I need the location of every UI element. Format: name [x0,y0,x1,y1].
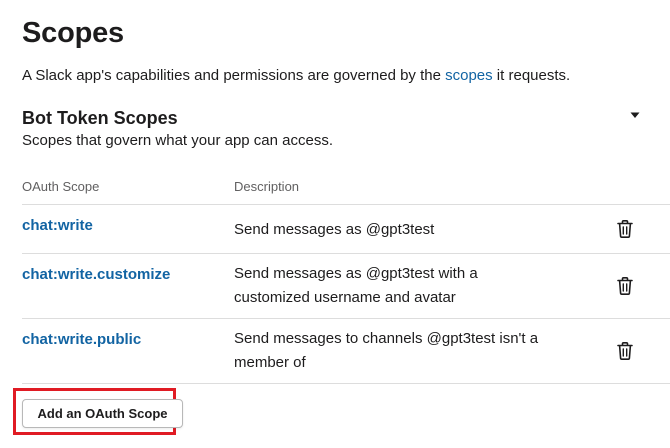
caret-down-icon[interactable] [628,108,642,122]
scope-name[interactable]: chat:write.customize [22,264,170,286]
add-oauth-scope-button[interactable]: Add an OAuth Scope [22,399,183,428]
table-row: chat:write.public Send messages to chann… [22,318,670,383]
scope-description: Send messages as @gpt3test with a custom… [234,265,478,306]
column-header-description: Description [234,179,300,194]
table-row: chat:write.customize Send messages as @g… [22,253,670,318]
table-row: chat:write Send messages as @gpt3test [22,204,670,253]
scopes-link[interactable]: scopes [445,67,493,84]
scopes-page: Scopes A Slack app's capabilities and pe… [13,0,670,448]
scope-description: Send messages to channels @gpt3test isn'… [234,330,539,371]
trash-icon[interactable] [616,276,634,296]
table-bottom-divider [22,383,670,384]
scopes-intro: A Slack app's capabilities and permissio… [22,66,570,86]
section-subtitle: Scopes that govern what your app can acc… [22,132,334,149]
scope-description: Send messages as @gpt3test [234,221,435,238]
page-title: Scopes [22,17,124,49]
trash-icon[interactable] [616,219,634,239]
scope-name[interactable]: chat:write.public [22,329,141,351]
column-header-oauth-scope: OAuth Scope [22,179,100,194]
intro-text-before: A Slack app's capabilities and permissio… [22,67,446,84]
trash-icon[interactable] [616,341,634,361]
scope-name[interactable]: chat:write [22,215,93,237]
intro-text-after: it requests. [492,67,571,84]
section-title: Bot Token Scopes [22,108,178,128]
